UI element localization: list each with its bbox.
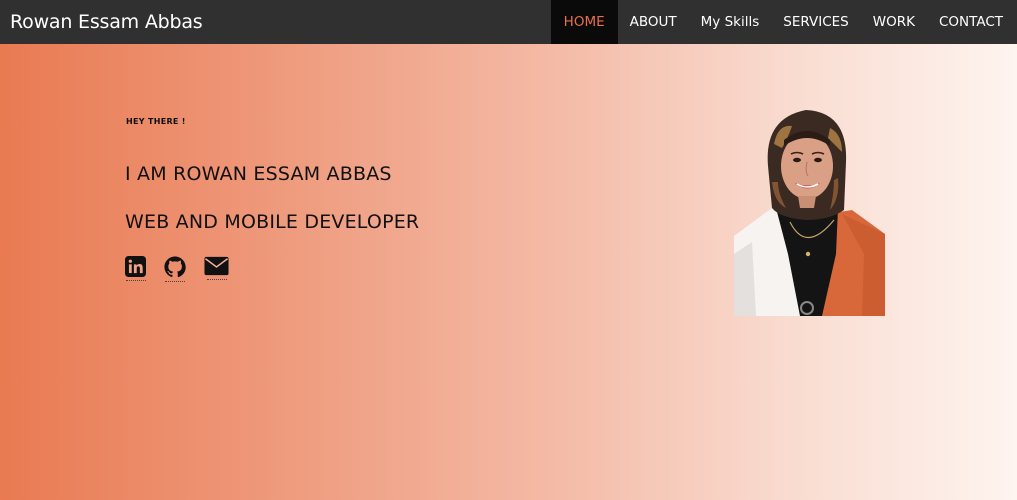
nav-my-skills[interactable]: My Skills <box>689 0 772 44</box>
linkedin-icon <box>125 256 146 277</box>
profile-photo-illustration <box>734 110 885 316</box>
site-brand[interactable]: Rowan Essam Abbas <box>0 11 203 33</box>
nav-work[interactable]: WORK <box>861 0 927 44</box>
top-navbar: Rowan Essam Abbas HOME ABOUT My Skills S… <box>0 0 1017 44</box>
hero-role-heading: WEB AND MOBILE DEVELOPER <box>125 211 420 233</box>
hero-greeting: HEY THERE ! <box>126 117 186 126</box>
nav-contact[interactable]: CONTACT <box>927 0 1017 44</box>
linkedin-underline <box>125 279 146 281</box>
envelope-icon <box>204 256 229 276</box>
nav-home[interactable]: HOME <box>550 0 618 44</box>
github-link[interactable] <box>164 256 186 282</box>
github-icon <box>164 256 186 278</box>
nav-about[interactable]: ABOUT <box>618 0 689 44</box>
email-link[interactable] <box>204 256 229 282</box>
github-underline <box>165 280 185 282</box>
linkedin-link[interactable] <box>125 256 146 282</box>
nav-services[interactable]: SERVICES <box>771 0 860 44</box>
email-underline <box>206 278 227 280</box>
nav-links: HOME ABOUT My Skills SERVICES WORK CONTA… <box>550 0 1017 44</box>
hero-name-heading: I AM ROWAN ESSAM ABBAS <box>125 163 392 185</box>
social-links <box>125 256 247 282</box>
profile-photo <box>734 104 885 316</box>
